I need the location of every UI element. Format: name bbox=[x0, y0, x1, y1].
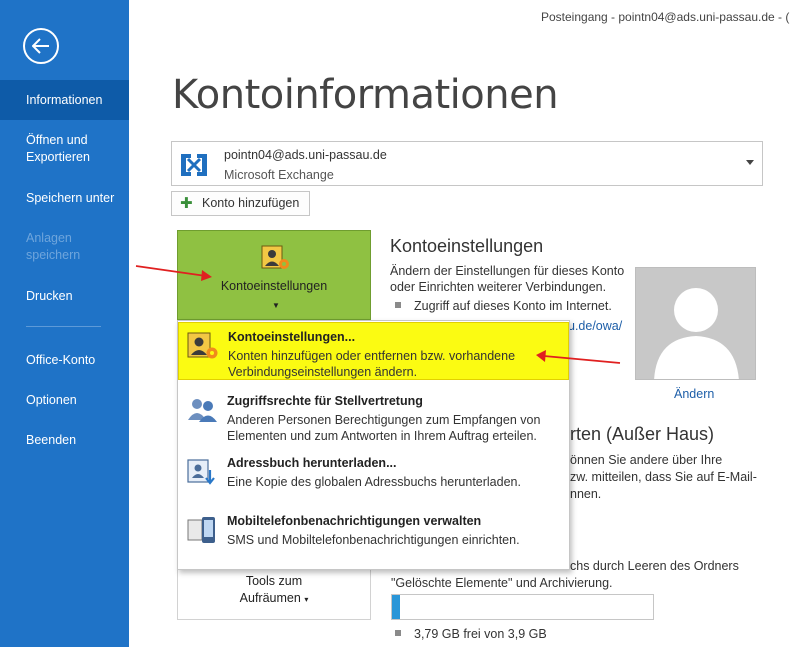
sidebar-item-options[interactable]: Optionen bbox=[0, 392, 129, 409]
mailbox-storage-bar bbox=[391, 594, 654, 620]
account-type: Microsoft Exchange bbox=[224, 168, 334, 182]
sidebar-divider bbox=[26, 326, 101, 327]
sidebar-item-label: Optionen bbox=[26, 393, 77, 407]
account-settings-heading: Kontoeinstellungen bbox=[390, 236, 544, 256]
sidebar-item-label: Beenden bbox=[26, 433, 77, 447]
sidebar-item-office-account[interactable]: Office-Konto bbox=[0, 352, 129, 369]
sidebar-item-open-export[interactable]: Öffnen und Exportieren bbox=[0, 132, 129, 166]
sidebar-item-label: Anlagen bbox=[26, 231, 72, 245]
menu-item-title: Zugriffsrechte für Stellvertretung bbox=[227, 394, 423, 408]
menu-item-title: Mobiltelefonbenachrichtigungen verwalten bbox=[227, 514, 482, 528]
menu-item-desc: Eine Kopie des globalen Adressbuchs heru… bbox=[227, 475, 521, 489]
plus-icon: ✚ bbox=[180, 195, 193, 212]
menu-item-desc: Anderen Personen Berechtigungen zum Empf… bbox=[227, 413, 541, 443]
change-photo-link[interactable]: Ändern bbox=[674, 387, 714, 401]
avatar bbox=[635, 267, 756, 380]
storage-text: 3,79 GB frei von 3,9 GB bbox=[414, 627, 547, 641]
annotation-arrow bbox=[536, 350, 621, 364]
menu-item-account-settings[interactable]: Kontoeinstellungen... Konten hinzufügen … bbox=[178, 322, 569, 380]
backstage-sidebar: Informationen Öffnen und Exportieren Spe… bbox=[0, 0, 129, 647]
sidebar-item-label: Drucken bbox=[26, 289, 73, 303]
account-selector[interactable]: pointn04@ads.uni-passau.de Microsoft Exc… bbox=[171, 141, 763, 186]
chevron-down-icon: ▾ bbox=[304, 595, 309, 604]
account-settings-menu: Kontoeinstellungen... Konten hinzufügen … bbox=[177, 320, 570, 570]
cleanup-tools-label: Tools zum bbox=[245, 574, 303, 588]
sidebar-item-label: Informationen bbox=[26, 93, 103, 107]
account-settings-icon bbox=[261, 245, 289, 269]
web-access-text: Zugriff auf dieses Konto im Internet. bbox=[414, 299, 612, 313]
chevron-down-icon bbox=[746, 160, 754, 165]
bullet-icon bbox=[395, 302, 401, 308]
menu-item-title: Adressbuch herunterladen... bbox=[227, 456, 397, 470]
sidebar-item-label: Office-Konto bbox=[26, 353, 96, 367]
back-arrow-icon bbox=[32, 38, 49, 54]
owa-link[interactable]: u.de/owa/ bbox=[568, 318, 622, 334]
sidebar-item-label: Öffnen und bbox=[26, 133, 88, 147]
menu-item-desc: SMS und Mobiltelefonbenachrichtigungen e… bbox=[227, 533, 520, 547]
auto-reply-desc: nnen. bbox=[570, 487, 602, 501]
bullet-icon bbox=[395, 630, 401, 636]
account-settings-icon bbox=[187, 332, 218, 359]
auto-reply-heading: rten (Außer Haus) bbox=[570, 424, 715, 444]
sidebar-item-exit[interactable]: Beenden bbox=[0, 432, 129, 449]
address-book-download-icon bbox=[187, 459, 215, 485]
menu-item-delegate-access[interactable]: Zugriffsrechte für Stellvertretung Ander… bbox=[178, 387, 569, 445]
person-silhouette-icon bbox=[654, 288, 739, 379]
window-title: Posteingang - pointn04@ads.uni-passau.de… bbox=[541, 10, 790, 24]
menu-item-download-address-book[interactable]: Adressbuch herunterladen... Eine Kopie d… bbox=[178, 449, 569, 507]
cleanup-tools-label: Aufräumen ▾ bbox=[239, 591, 309, 605]
menu-item-title: Kontoeinstellungen... bbox=[228, 330, 356, 344]
account-settings-desc: oder Einrichten weiterer Verbindungen. bbox=[390, 280, 607, 294]
add-account-button[interactable]: ✚ Konto hinzufügen bbox=[171, 191, 310, 216]
add-account-label: Konto hinzufügen bbox=[202, 196, 300, 210]
sidebar-item-print[interactable]: Drucken bbox=[0, 288, 129, 305]
menu-item-desc: Konten hinzufügen oder entfernen bzw. vo… bbox=[228, 349, 516, 379]
exchange-icon bbox=[178, 149, 210, 181]
account-settings-desc: Ändern der Einstellungen für dieses Kont… bbox=[390, 264, 625, 278]
sidebar-item-save-as[interactable]: Speichern unter bbox=[0, 190, 129, 207]
account-email: pointn04@ads.uni-passau.de bbox=[224, 148, 387, 162]
sidebar-item-label: Speichern unter bbox=[26, 191, 115, 205]
sidebar-item-informationen[interactable]: Informationen bbox=[0, 80, 129, 120]
sidebar-item-save-attachments: Anlagen speichern bbox=[0, 230, 129, 264]
auto-reply-desc: önnen Sie andere über Ihre bbox=[570, 453, 723, 467]
cleanup-desc: chs durch Leeren des Ordners bbox=[570, 559, 739, 573]
cleanup-desc: "Gelöschte Elemente" und Archivierung. bbox=[391, 576, 613, 590]
delegate-access-icon bbox=[188, 399, 217, 422]
sidebar-item-label: Exportieren bbox=[26, 150, 90, 164]
page-title: Kontoinformationen bbox=[172, 72, 559, 118]
storage-bar-fill bbox=[392, 595, 400, 619]
chevron-down-icon: ▼ bbox=[272, 301, 280, 310]
auto-reply-desc: zw. mitteilen, dass Sie auf E-Mail- bbox=[570, 470, 757, 484]
menu-item-mobile-notifications[interactable]: Mobiltelefonbenachrichtigungen verwalten… bbox=[178, 507, 569, 565]
back-button[interactable] bbox=[23, 28, 59, 64]
annotation-arrow bbox=[135, 265, 212, 281]
mobile-notifications-icon bbox=[187, 517, 215, 543]
sidebar-item-label: speichern bbox=[26, 248, 81, 262]
